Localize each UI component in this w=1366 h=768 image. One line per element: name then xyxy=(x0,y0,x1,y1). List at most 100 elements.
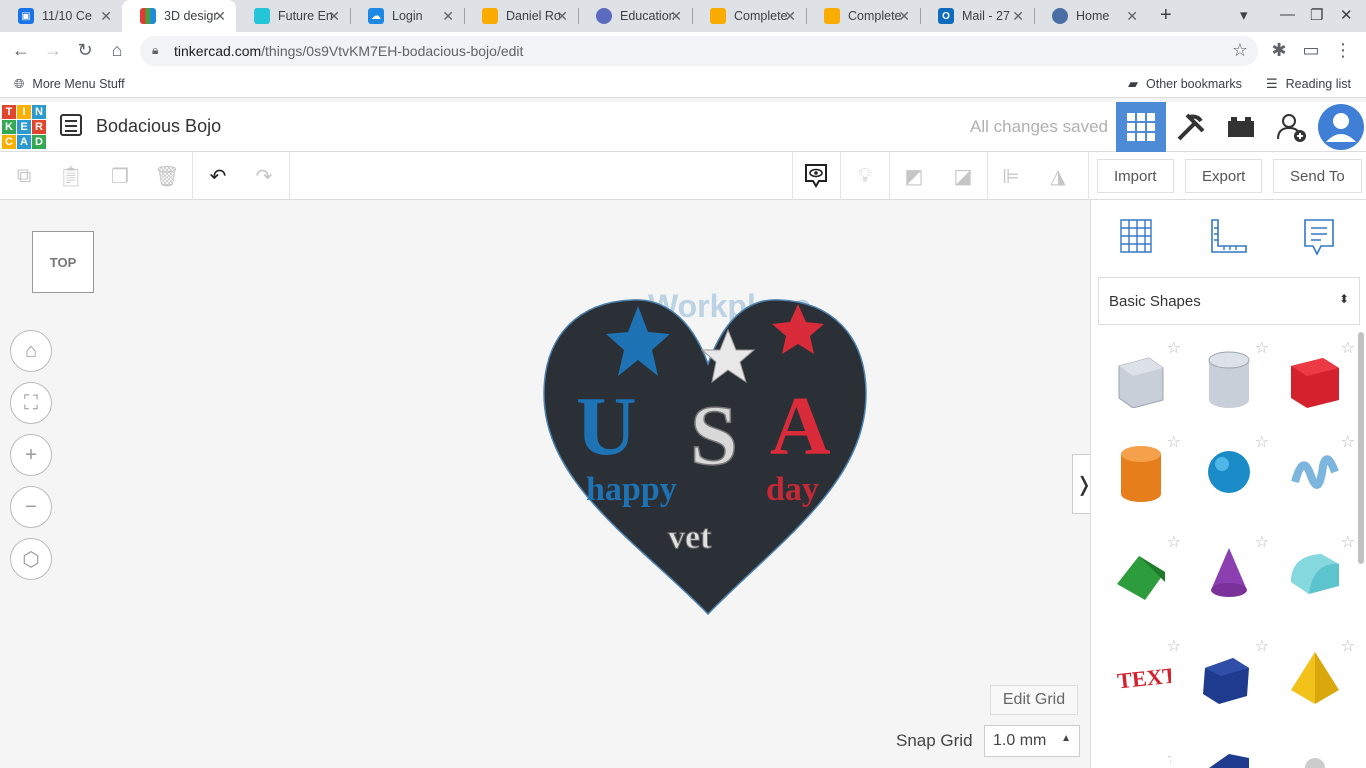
group-icon[interactable]: ◩ xyxy=(898,160,930,192)
pyramid-shape[interactable]: ☆ xyxy=(1285,638,1355,706)
fit-view-icon[interactable]: ⛶ xyxy=(10,382,52,424)
close-tab-icon[interactable]: ✕ xyxy=(784,8,796,25)
box-hole-shape[interactable]: ☆ xyxy=(1111,340,1181,409)
cone-shape[interactable]: ☆ xyxy=(1199,534,1269,602)
text-shape[interactable]: TEXT ☆ xyxy=(1111,638,1181,706)
redo-icon[interactable]: ↷ xyxy=(248,160,280,192)
shape-partial[interactable] xyxy=(1199,748,1259,768)
heart-design-object[interactable]: U S A happy day vet xyxy=(540,294,872,620)
extensions-icon[interactable]: ✱ xyxy=(1268,40,1290,61)
workplane-canvas[interactable]: TOP ⌂ ⛶ + − ⬡ Workplane U S A happy day … xyxy=(0,200,1096,768)
browser-tab[interactable]: Home ✕ xyxy=(1034,0,1148,32)
lightbulb-icon[interactable]: 💡︎ xyxy=(849,160,881,192)
favorite-star-icon[interactable]: ☆ xyxy=(1341,338,1355,358)
polygon-shape[interactable]: ☆ xyxy=(1199,638,1269,706)
undo-icon[interactable]: ↶ xyxy=(202,160,234,192)
ortho-view-icon[interactable]: ⬡ xyxy=(10,538,52,580)
duplicate-icon[interactable]: ❐ xyxy=(104,160,136,192)
browser-tab[interactable]: Future En ✕ xyxy=(236,0,350,32)
roof-shape[interactable]: ☆ xyxy=(1111,534,1181,602)
design-menu-icon[interactable] xyxy=(60,114,82,136)
url-text[interactable]: tinkercad.com/things/0s9VtvKM7EH-bodacio… xyxy=(174,43,523,59)
round-roof-shape[interactable]: ☆ xyxy=(1285,534,1355,602)
other-bookmarks[interactable]: ▰ Other bookmarks xyxy=(1128,76,1242,92)
favorite-star-icon[interactable]: ☆ xyxy=(1255,532,1269,552)
align-icon[interactable]: ⊫ xyxy=(995,160,1027,192)
browser-tab[interactable]: ▣ 11/10 Ce ✕ xyxy=(0,0,122,32)
favorite-star-icon[interactable]: ☆ xyxy=(1255,432,1269,452)
home-view-icon[interactable]: ⌂ xyxy=(10,330,52,372)
bookmark-item[interactable]: 🌐︎ More Menu Stuff xyxy=(14,76,125,92)
delete-icon[interactable]: 🗑︎ xyxy=(151,160,183,192)
favorite-star-icon[interactable]: ☆ xyxy=(1167,748,1171,768)
panel-scrollbar[interactable] xyxy=(1358,332,1364,564)
favorite-star-icon[interactable]: ☆ xyxy=(1341,532,1355,552)
close-tab-icon[interactable]: ✕ xyxy=(670,8,682,25)
favorite-star-icon[interactable]: ☆ xyxy=(1167,532,1181,552)
shape-partial[interactable] xyxy=(1285,748,1345,768)
cylinder-shape[interactable]: ☆ xyxy=(1111,434,1181,502)
close-tab-icon[interactable]: ✕ xyxy=(214,8,226,25)
shape-category-select[interactable]: Basic Shapes ⬍ xyxy=(1098,277,1360,325)
codeblocks-button[interactable] xyxy=(1166,102,1216,152)
favorite-star-icon[interactable]: ☆ xyxy=(1255,636,1269,656)
favorite-star-icon[interactable]: ☆ xyxy=(1167,432,1181,452)
favorite-star-icon[interactable]: ☆ xyxy=(1341,432,1355,452)
browser-tab[interactable]: O Mail - 27 ✕ xyxy=(920,0,1034,32)
forward-icon[interactable]: → xyxy=(42,40,64,61)
restore-icon[interactable]: ❐ xyxy=(1310,6,1323,24)
close-tab-icon[interactable]: ✕ xyxy=(442,8,454,25)
box-shape[interactable]: ☆ xyxy=(1285,340,1355,408)
cast-icon[interactable]: ▭ xyxy=(1300,40,1322,61)
address-bar[interactable]: 🔒︎ tinkercad.com/things/0s9VtvKM7EH-boda… xyxy=(140,36,1258,66)
import-button[interactable]: Import xyxy=(1097,159,1174,193)
favorite-star-icon[interactable]: ☆ xyxy=(1167,636,1181,656)
close-tab-icon[interactable]: ✕ xyxy=(898,8,910,25)
zoom-out-icon[interactable]: − xyxy=(10,486,52,528)
send-to-button[interactable]: Send To xyxy=(1273,159,1362,193)
close-window-icon[interactable]: ✕ xyxy=(1340,6,1353,24)
sphere-shape[interactable]: ☆ xyxy=(1199,434,1269,502)
close-tab-icon[interactable]: ✕ xyxy=(1126,8,1138,25)
home-icon[interactable]: ⌂ xyxy=(106,40,128,61)
close-tab-icon[interactable]: ✕ xyxy=(328,8,340,25)
cylinder-hole-shape[interactable]: ☆ xyxy=(1199,340,1269,408)
close-tab-icon[interactable]: ✕ xyxy=(556,8,568,25)
browser-tab[interactable]: Complete ✕ xyxy=(806,0,920,32)
browser-tab-active[interactable]: 3D design ✕ xyxy=(122,0,236,32)
edit-grid-button[interactable]: Edit Grid xyxy=(990,685,1078,715)
snap-grid-select[interactable]: 1.0 mm ▲ xyxy=(984,725,1080,757)
browser-tab[interactable]: Complete ✕ xyxy=(692,0,806,32)
favorite-star-icon[interactable]: ☆ xyxy=(1255,338,1269,358)
avatar[interactable] xyxy=(1316,102,1366,152)
favorite-star-icon[interactable]: ☆ xyxy=(1167,338,1181,358)
browser-tab[interactable]: ☁ Login ✕ xyxy=(350,0,464,32)
3d-view-button[interactable] xyxy=(1116,102,1166,152)
zoom-in-icon[interactable]: + xyxy=(10,434,52,476)
export-button[interactable]: Export xyxy=(1185,159,1263,193)
ruler-tool-button[interactable] xyxy=(1206,214,1250,258)
bricks-button[interactable] xyxy=(1216,102,1266,152)
mirror-icon[interactable]: ◮ xyxy=(1042,160,1074,192)
favorite-star-icon[interactable]: ☆ xyxy=(1341,636,1355,656)
new-tab-icon[interactable]: + xyxy=(1160,4,1172,27)
notes-tool-button[interactable] xyxy=(1297,214,1341,258)
browser-tab[interactable]: Education ✕ xyxy=(578,0,692,32)
tinkercad-logo[interactable]: T I N K E R C A D xyxy=(2,105,46,149)
shape-partial[interactable]: ☆ xyxy=(1111,748,1171,768)
workplane-tool-button[interactable] xyxy=(1115,214,1159,258)
minimize-icon[interactable]: — xyxy=(1280,6,1295,23)
close-tab-icon[interactable]: ✕ xyxy=(100,8,112,25)
reload-icon[interactable]: ↻ xyxy=(74,40,96,61)
browser-tab[interactable]: Daniel Ro ✕ xyxy=(464,0,578,32)
more-menu-icon[interactable]: ⋮ xyxy=(1332,40,1354,61)
reading-list[interactable]: ☰ Reading list xyxy=(1266,76,1351,92)
ungroup-icon[interactable]: ◪ xyxy=(947,160,979,192)
tab-search-icon[interactable]: ▾ xyxy=(1240,6,1248,24)
design-title[interactable]: Bodacious Bojo xyxy=(96,116,221,137)
view-cube[interactable]: TOP xyxy=(32,231,94,293)
notes-eye-icon[interactable] xyxy=(800,160,832,192)
close-tab-icon[interactable]: ✕ xyxy=(1012,8,1024,25)
back-icon[interactable]: ← xyxy=(10,40,32,61)
bookmark-star-icon[interactable]: ☆ xyxy=(1232,40,1248,61)
